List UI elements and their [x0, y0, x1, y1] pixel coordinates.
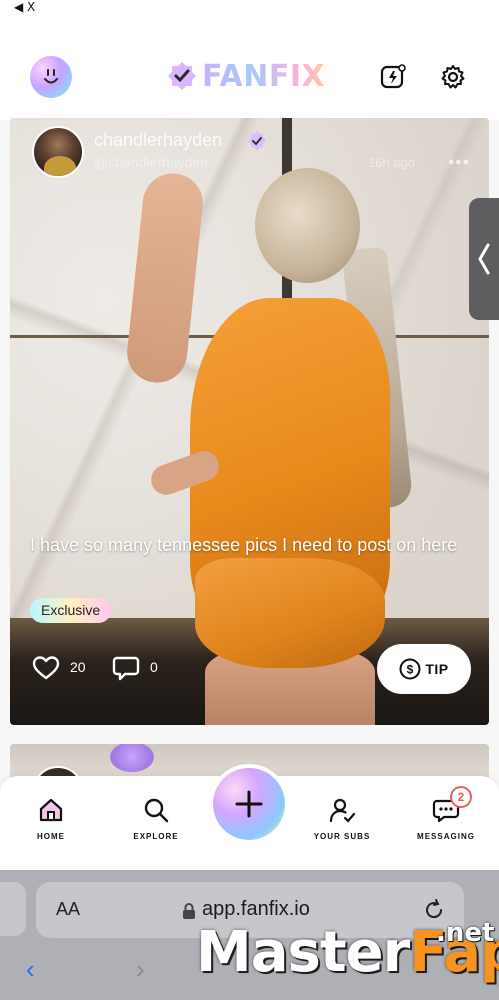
app-page: ◀ X FANFIX chandlerhayden @chandlerhayde… — [0, 0, 499, 1000]
settings-gear-icon — [441, 65, 465, 89]
back-to-app-link[interactable]: ◀ X — [14, 0, 35, 14]
smiley-icon — [44, 69, 58, 84]
heart-like-icon[interactable] — [32, 654, 60, 682]
like-count: 20 — [70, 659, 86, 675]
svg-text:$: $ — [407, 663, 414, 677]
photo-figure-shorts — [195, 558, 385, 668]
exclusive-badge: Exclusive — [30, 598, 112, 623]
post-more-options-icon[interactable]: ••• — [448, 152, 470, 173]
creator-avatar[interactable] — [32, 126, 84, 178]
search-icon — [144, 798, 169, 823]
post-timestamp: 16h ago — [368, 155, 415, 170]
next-post-photo — [110, 744, 154, 772]
browser-back-icon[interactable]: ‹ — [26, 954, 35, 985]
lock-icon — [183, 903, 195, 919]
tip-label: TIP — [425, 661, 449, 677]
verified-logo-icon — [168, 62, 196, 90]
nav-your-subs-label: YOUR SUBS — [313, 832, 371, 841]
create-button[interactable] — [213, 768, 285, 840]
comment-count: 0 — [150, 659, 158, 675]
chevron-left-icon — [478, 243, 490, 275]
creator-handle: @chandlerhayden — [94, 154, 208, 170]
post-caption: I have so many tennessee pics I need to … — [30, 535, 458, 555]
nav-explore-label: EXPLORE — [133, 832, 179, 841]
post-card[interactable]: chandlerhayden @chandlerhayden 16h ago •… — [10, 118, 489, 725]
nav-messaging-label: MESSAGING — [417, 832, 475, 841]
bottom-navigation: HOME EXPLORE YOUR SUBS MESSAGING 2 — [0, 768, 499, 870]
lightning-post-icon — [380, 64, 406, 89]
site-watermark-suffix: .net — [436, 918, 495, 948]
profile-smiley-button[interactable] — [30, 56, 72, 98]
photo-figure-head — [255, 168, 360, 283]
tip-button[interactable]: $ TIP — [377, 644, 471, 694]
settings-button[interactable] — [438, 62, 468, 92]
nav-explore[interactable]: EXPLORE — [116, 796, 196, 841]
subscriptions-icon — [329, 798, 356, 823]
previous-tab[interactable] — [0, 882, 26, 936]
messaging-unread-badge: 2 — [450, 786, 472, 808]
create-post-button[interactable] — [378, 62, 408, 92]
side-panel-handle[interactable] — [469, 198, 499, 320]
creator-username[interactable]: chandlerhayden — [94, 130, 222, 151]
nav-home[interactable]: HOME — [11, 796, 91, 841]
fanfix-logo[interactable]: FANFIX — [166, 58, 325, 94]
logo-text: FANFIX — [202, 58, 326, 94]
plus-icon — [235, 790, 263, 818]
app-header: FANFIX — [0, 18, 499, 120]
status-bar: ◀ X — [0, 0, 499, 18]
nav-home-label: HOME — [37, 832, 65, 841]
nav-messaging[interactable]: MESSAGING — [406, 796, 486, 841]
comment-bubble-icon[interactable] — [112, 654, 140, 682]
verified-badge-icon — [248, 131, 266, 151]
dollar-coin-icon: $ — [399, 658, 421, 680]
home-icon — [39, 798, 63, 822]
url-text: app.fanfix.io — [202, 898, 310, 920]
browser-forward-icon[interactable]: › — [136, 954, 145, 985]
nav-your-subs[interactable]: YOUR SUBS — [302, 796, 382, 841]
text-size-button[interactable]: AA — [56, 899, 80, 920]
